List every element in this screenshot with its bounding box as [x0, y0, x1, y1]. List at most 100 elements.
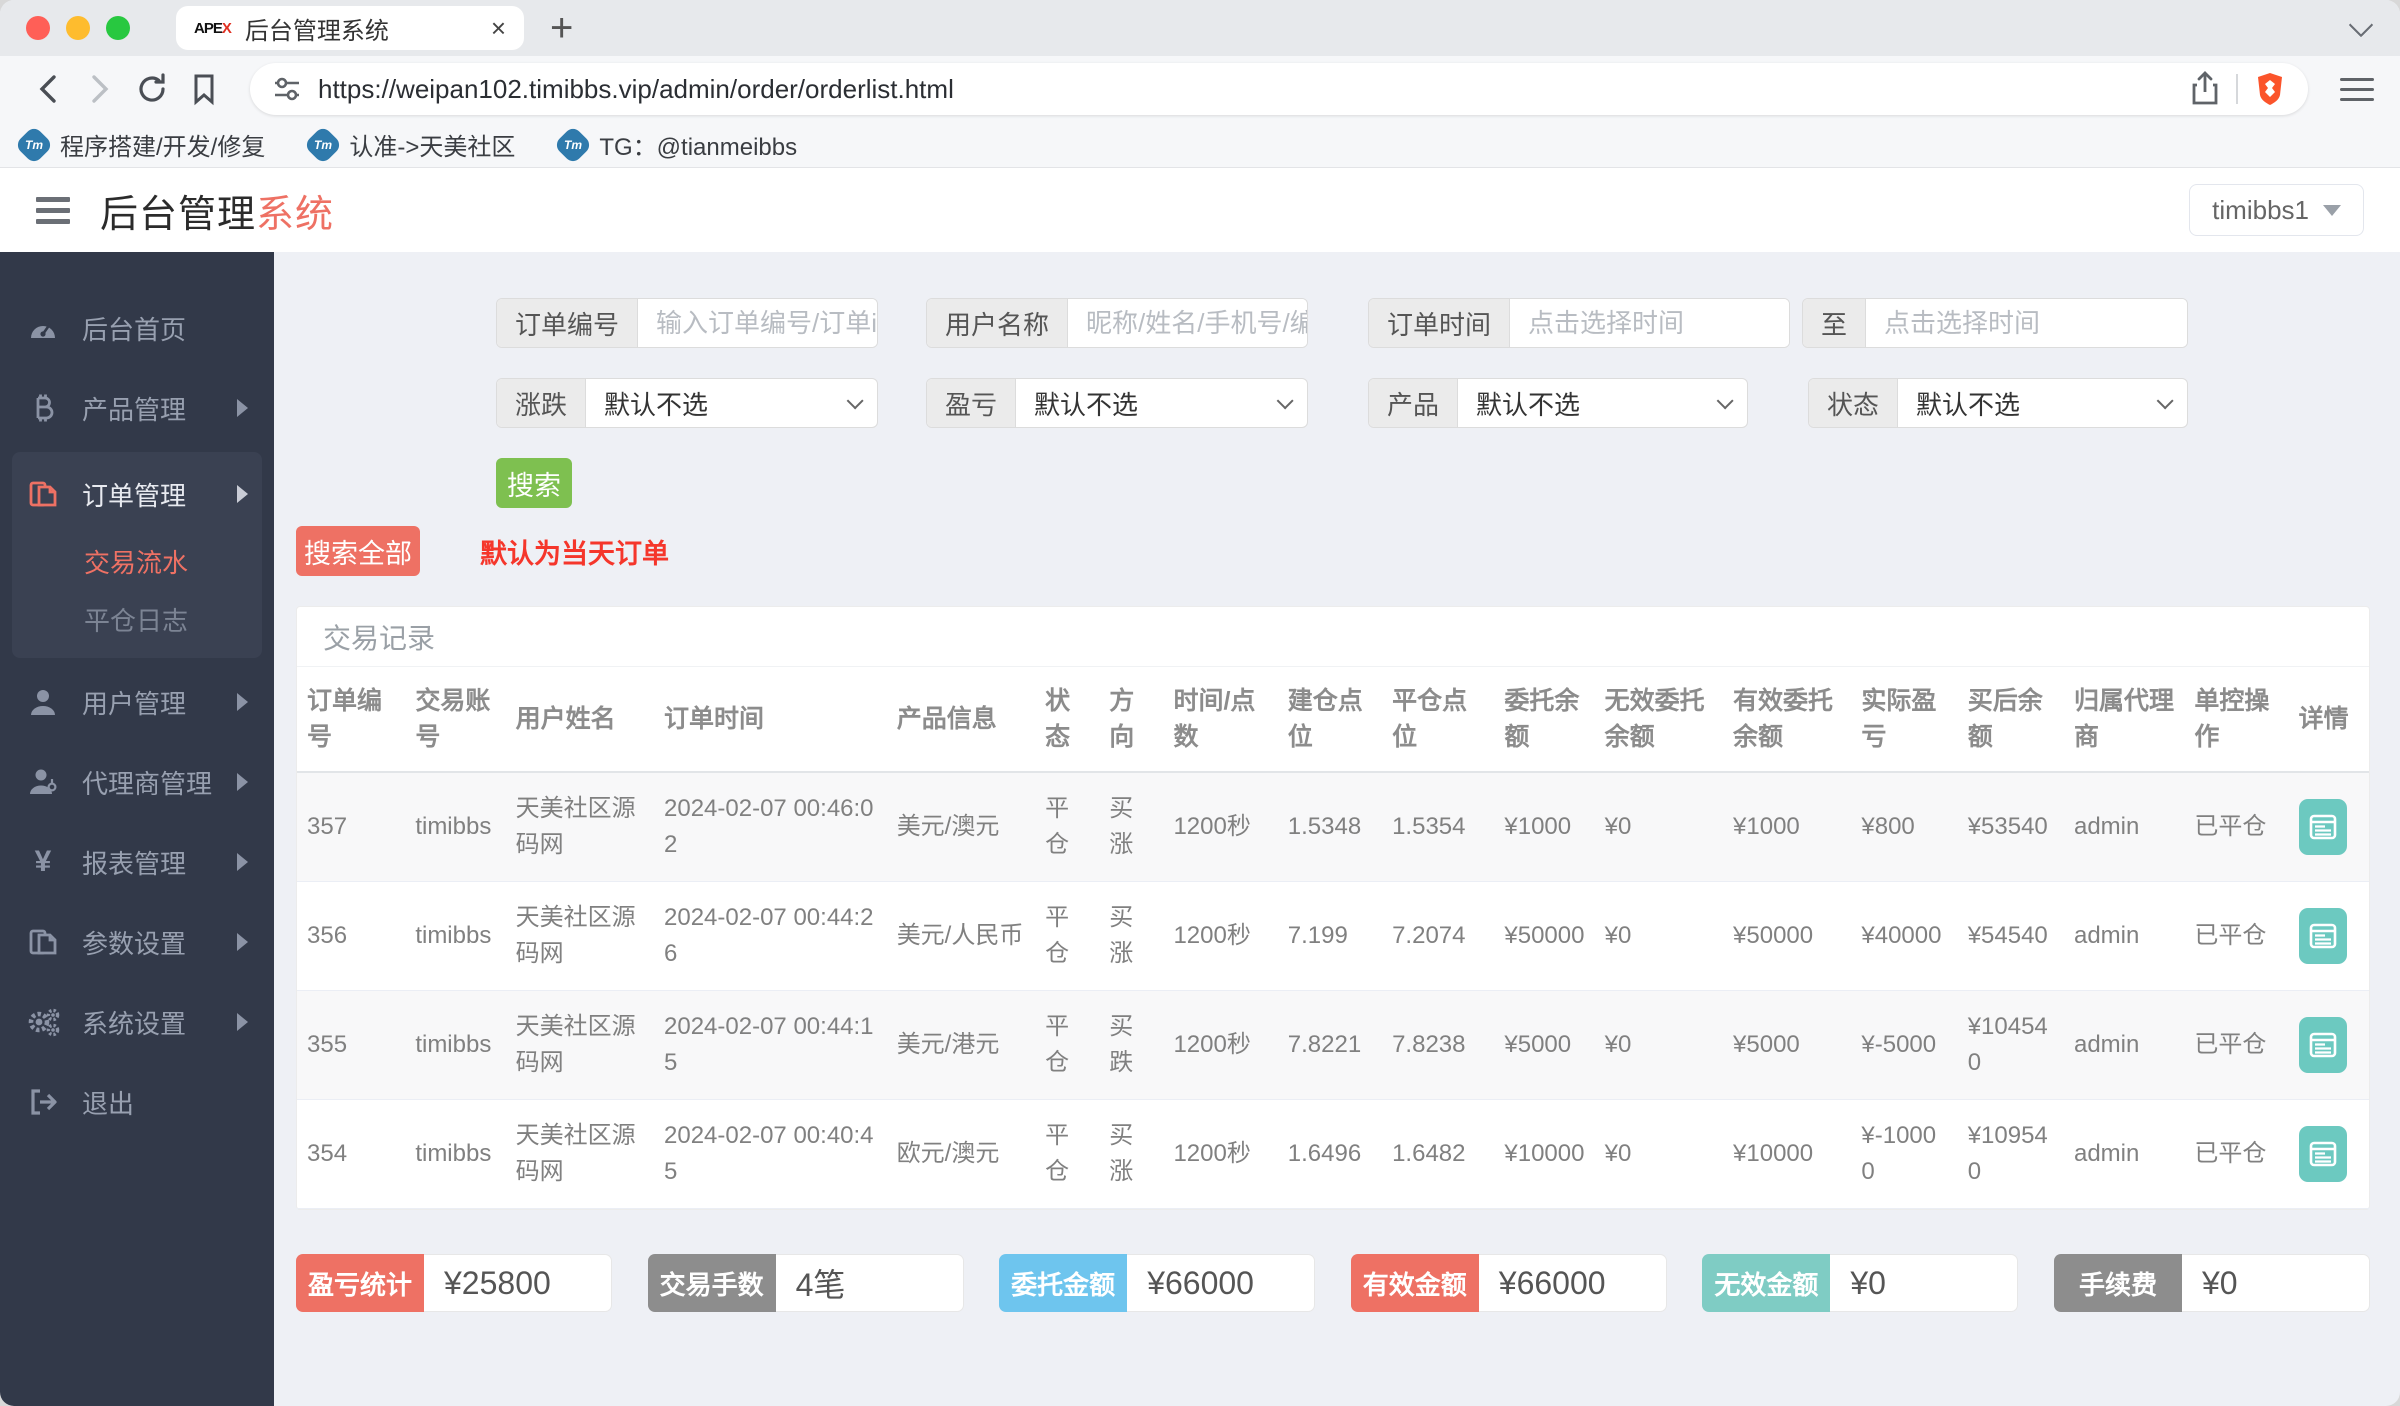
user-dropdown[interactable]: timibbs1 — [2189, 184, 2364, 236]
order-time-to-group: 至 — [1802, 298, 2188, 348]
cell-product: 美元/澳元 — [886, 772, 1036, 882]
cell-user: 天美社区源码网 — [505, 990, 655, 1100]
stat-label: 交易手数 — [647, 1254, 776, 1312]
cell-open: 7.199 — [1277, 881, 1383, 991]
col-open: 建仓点位 — [1277, 667, 1383, 773]
cell-entrust: ¥5000 — [1494, 990, 1595, 1100]
sidebar-subitem-close-log[interactable]: 平仓日志 — [12, 590, 262, 648]
user-name-input[interactable] — [1068, 299, 1307, 347]
sidebar-item-label: 参数设置 — [82, 928, 187, 959]
order-time-to-input[interactable] — [1866, 299, 2187, 347]
zoom-window-button[interactable] — [106, 16, 130, 40]
updown-select[interactable]: 默认不选 — [586, 379, 877, 427]
cell-invalid: ¥0 — [1594, 772, 1724, 882]
browser-menu-icon[interactable] — [2340, 77, 2374, 101]
bookmark-item[interactable]: Tm 认准->天美社区 — [303, 124, 515, 165]
search-all-button[interactable]: 搜索全部 — [296, 526, 420, 576]
cell-close: 1.6482 — [1382, 1099, 1495, 1209]
browser-window: APEX 后台管理系统 × + https://weipan102.timibb… — [0, 0, 2400, 1406]
reload-icon[interactable] — [130, 67, 174, 111]
share-icon[interactable] — [2190, 71, 2220, 107]
detail-button[interactable] — [2298, 1126, 2347, 1182]
url-text[interactable]: https://weipan102.timibbs.vip/admin/orde… — [318, 74, 2174, 105]
cell-close: 7.2074 — [1382, 881, 1495, 991]
cell-valid: ¥50000 — [1723, 881, 1852, 991]
page-title: 后台管理系统 — [100, 193, 335, 236]
cell-order-no: 354 — [297, 1099, 406, 1209]
sidebar-subitem-trade-flow[interactable]: 交易流水 — [12, 532, 262, 590]
cell-control: 已平仓 — [2184, 1099, 2289, 1209]
sidebar-item-home[interactable]: 后台首页 — [0, 288, 274, 368]
sidebar-item-label: 订单管理 — [82, 480, 187, 511]
bookmark-item[interactable]: Tm TG：@tianmeibbs — [553, 124, 797, 165]
close-window-button[interactable] — [26, 16, 50, 40]
col-control: 单控操作 — [2184, 667, 2289, 773]
minimize-window-button[interactable] — [66, 16, 90, 40]
default-today-hint: 默认为当天订单 — [480, 538, 669, 569]
cell-duration: 1200秒 — [1163, 881, 1278, 991]
stat-value: ¥0 — [1830, 1254, 2019, 1312]
back-icon[interactable] — [26, 67, 70, 111]
sidebar-item-params[interactable]: 参数设置 — [0, 902, 274, 982]
tm-bookmark-icon: Tm — [303, 124, 344, 165]
summary-row: 盈亏统计 ¥25800 交易手数 4笔 委托金额 ¥66000 有效金额 ¥66… — [296, 1254, 2370, 1312]
chevron-right-icon — [237, 399, 248, 417]
chevron-right-icon — [237, 693, 248, 711]
trade-table: 订单编号 交易账号 用户姓名 订单时间 产品信息 状态 方向 时间/点数 建仓点… — [297, 667, 2369, 1209]
sidebar-group-orders: 订单管理 交易流水 平仓日志 — [12, 452, 262, 658]
sidebar-item-settings[interactable]: 系统设置 — [0, 982, 274, 1062]
bookmark-item[interactable]: Tm 程序搭建/开发/修复 — [14, 124, 265, 165]
table-row: 356 timibbs 天美社区源码网 2024-02-07 00:44:26 美元/人… — [297, 881, 2369, 991]
cell-profit: ¥-5000 — [1851, 990, 1958, 1100]
sidebar-toggle-icon[interactable] — [36, 196, 70, 224]
profit-select[interactable]: 默认不选 — [1016, 379, 1307, 427]
tab-search-chevron-icon[interactable] — [2348, 12, 2374, 38]
cell-user: 天美社区源码网 — [505, 881, 655, 991]
apex-favicon-icon: APEX — [194, 19, 232, 37]
bookmark-icon[interactable] — [182, 67, 226, 111]
sidebar-item-users[interactable]: 用户管理 — [0, 662, 274, 742]
cell-valid: ¥5000 — [1723, 990, 1852, 1100]
forward-icon[interactable] — [78, 67, 122, 111]
col-status: 状态 — [1035, 667, 1100, 773]
sidebar-item-label: 退出 — [82, 1088, 135, 1119]
files-icon — [26, 478, 60, 510]
order-no-input[interactable] — [638, 299, 877, 347]
sidebar-item-products[interactable]: 产品管理 — [0, 368, 274, 448]
cell-close: 7.8238 — [1382, 990, 1495, 1100]
tab-strip: APEX 后台管理系统 × + — [0, 0, 2400, 56]
cell-status: 平仓 — [1035, 881, 1100, 991]
new-tab-button[interactable]: + — [550, 6, 573, 51]
stat-profit-total: 盈亏统计 ¥25800 — [296, 1254, 612, 1312]
brave-shield-icon[interactable] — [2254, 71, 2286, 107]
updown-label: 涨跌 — [497, 379, 587, 427]
order-time-from-group: 订单时间 — [1368, 298, 1790, 348]
col-entrust: 委托余额 — [1494, 667, 1595, 773]
logout-icon — [26, 1087, 60, 1117]
cell-agent: admin — [2063, 1099, 2185, 1209]
url-bar[interactable]: https://weipan102.timibbs.vip/admin/orde… — [250, 63, 2308, 115]
tune-icon[interactable] — [272, 74, 302, 104]
browser-tab[interactable]: APEX 后台管理系统 × — [176, 6, 524, 50]
detail-button[interactable] — [2298, 908, 2347, 964]
sidebar-item-orders[interactable]: 订单管理 — [12, 456, 262, 532]
cell-product: 美元/人民币 — [886, 881, 1036, 991]
sidebar-item-logout[interactable]: 退出 — [0, 1062, 274, 1142]
detail-button[interactable] — [2298, 1017, 2347, 1073]
main-content: 订单编号 用户名称 订单时间 至 — [274, 252, 2400, 1406]
cell-user: 天美社区源码网 — [505, 772, 655, 882]
sidebar-item-label: 系统设置 — [82, 1008, 187, 1039]
chevron-right-icon — [237, 933, 248, 951]
col-order-no: 订单编号 — [297, 667, 406, 773]
tab-close-icon[interactable]: × — [491, 13, 506, 44]
detail-button[interactable] — [2298, 799, 2347, 855]
search-button[interactable]: 搜索 — [496, 458, 572, 508]
sidebar-item-agents[interactable]: 代理商管理 — [0, 742, 274, 822]
cell-valid: ¥10000 — [1723, 1099, 1852, 1209]
product-select[interactable]: 默认不选 — [1458, 379, 1747, 427]
sidebar-item-reports[interactable]: ¥ 报表管理 — [0, 822, 274, 902]
cell-open: 7.8221 — [1277, 990, 1383, 1100]
order-time-from-input[interactable] — [1510, 299, 1789, 347]
status-select[interactable]: 默认不选 — [1898, 379, 2187, 427]
order-time-label: 订单时间 — [1369, 299, 1511, 347]
